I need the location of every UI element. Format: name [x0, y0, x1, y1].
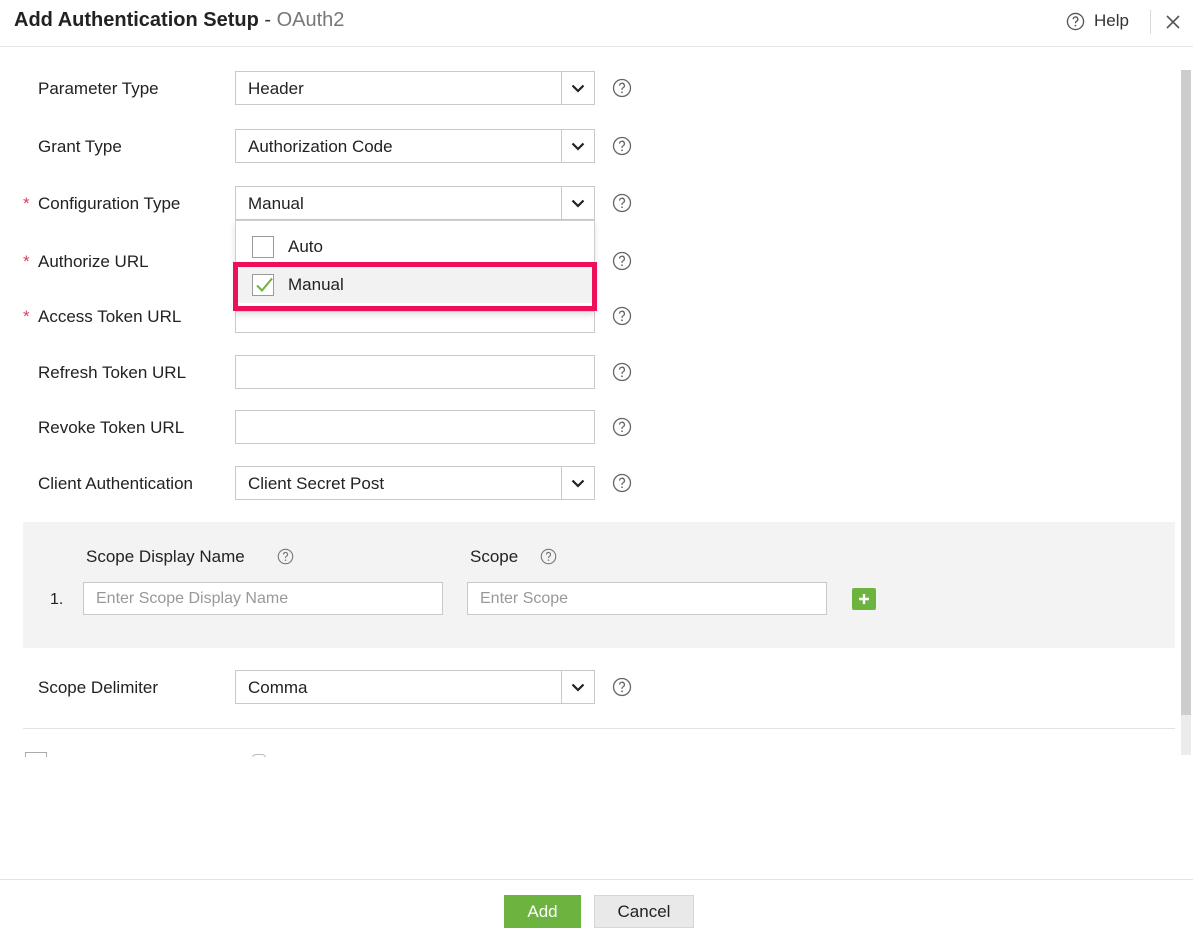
question-icon[interactable] [612, 677, 632, 697]
question-icon[interactable] [612, 251, 632, 271]
chevron-down-icon [571, 479, 585, 488]
add-scope-button[interactable] [852, 588, 876, 610]
parameter-type-label: Parameter Type [38, 79, 159, 98]
close-icon [1166, 15, 1180, 29]
scope-display-name-header: Scope Display Name [86, 547, 245, 566]
section-divider [23, 728, 1175, 729]
configuration-type-select[interactable]: Manual [235, 186, 595, 220]
question-icon[interactable] [612, 193, 632, 213]
scope-display-name-input[interactable] [83, 582, 443, 615]
scope-delimiter-label: Scope Delimiter [38, 678, 158, 697]
header-divider [1150, 10, 1151, 34]
client-authentication-select[interactable]: Client Secret Post [235, 466, 595, 500]
parameter-type-arrow[interactable] [561, 72, 594, 104]
chevron-down-icon [571, 683, 585, 692]
access-token-url-label: Access Token URL [38, 307, 182, 326]
dialog-header: Add Authentication Setup - OAuth2 Help [0, 0, 1193, 47]
configuration-type-arrow[interactable] [561, 187, 594, 219]
chevron-down-icon [571, 84, 585, 93]
parameter-type-select[interactable]: Header [235, 71, 595, 105]
question-icon[interactable] [612, 473, 632, 493]
refresh-token-url-label: Refresh Token URL [38, 363, 187, 382]
question-icon[interactable] [612, 136, 632, 156]
scope-delimiter-arrow[interactable] [561, 671, 594, 703]
chevron-down-icon [571, 142, 585, 151]
required-marker: * [23, 194, 30, 213]
add-button[interactable]: Add [504, 895, 581, 928]
grant-type-arrow[interactable] [561, 130, 594, 162]
configuration-type-value: Manual [248, 194, 304, 213]
question-icon[interactable] [540, 548, 557, 565]
dialog-title: Add Authentication Setup - OAuth2 [14, 9, 344, 32]
page-subtitle: OAuth2 [276, 9, 345, 31]
scrollbar-thumb[interactable] [1181, 70, 1191, 715]
plus-icon [859, 594, 869, 604]
question-icon[interactable] [612, 78, 632, 98]
question-icon[interactable] [612, 362, 632, 382]
option-checkbox[interactable] [252, 274, 274, 296]
question-icon[interactable] [612, 306, 632, 326]
revoke-token-url-input[interactable] [235, 410, 595, 444]
close-button[interactable] [1160, 9, 1186, 35]
scope-delimiter-value: Comma [248, 678, 308, 697]
parameter-type-value: Header [248, 79, 304, 98]
revoke-token-url-label: Revoke Token URL [38, 418, 185, 437]
grant-type-label: Grant Type [38, 137, 122, 156]
scope-row-number: 1. [50, 591, 64, 608]
authorize-url-label: Authorize URL [38, 252, 149, 271]
title-separator: - [258, 9, 277, 31]
grant-type-value: Authorization Code [248, 137, 393, 156]
client-authentication-label: Client Authentication [38, 474, 193, 493]
question-icon[interactable] [612, 417, 632, 437]
grant-type-select[interactable]: Authorization Code [235, 129, 595, 163]
page-title: Add Authentication Setup [14, 9, 259, 31]
chevron-down-icon [571, 199, 585, 208]
client-authentication-arrow[interactable] [561, 467, 594, 499]
help-icon [1066, 12, 1085, 30]
option-label: Auto [288, 237, 323, 256]
refresh-token-url-input[interactable] [235, 355, 595, 389]
scope-delimiter-select[interactable]: Comma [235, 670, 595, 704]
configuration-type-label: Configuration Type [38, 194, 181, 213]
checkmark-icon [256, 277, 273, 292]
option-label: Manual [288, 275, 344, 294]
required-marker: * [23, 307, 30, 326]
configuration-type-dropdown: Auto Manual [235, 220, 595, 312]
option-checkbox[interactable] [252, 236, 274, 258]
scope-header: Scope [470, 547, 519, 566]
option-manual[interactable]: Manual [236, 267, 594, 303]
content-clip-area [0, 757, 1193, 879]
question-icon[interactable] [277, 548, 294, 565]
help-label: Help [1094, 11, 1129, 30]
help-link[interactable]: Help [1066, 11, 1129, 31]
required-marker: * [23, 252, 30, 271]
cancel-button[interactable]: Cancel [594, 895, 694, 928]
option-auto[interactable]: Auto [236, 229, 594, 265]
client-authentication-value: Client Secret Post [248, 474, 385, 493]
scope-input[interactable] [467, 582, 827, 615]
